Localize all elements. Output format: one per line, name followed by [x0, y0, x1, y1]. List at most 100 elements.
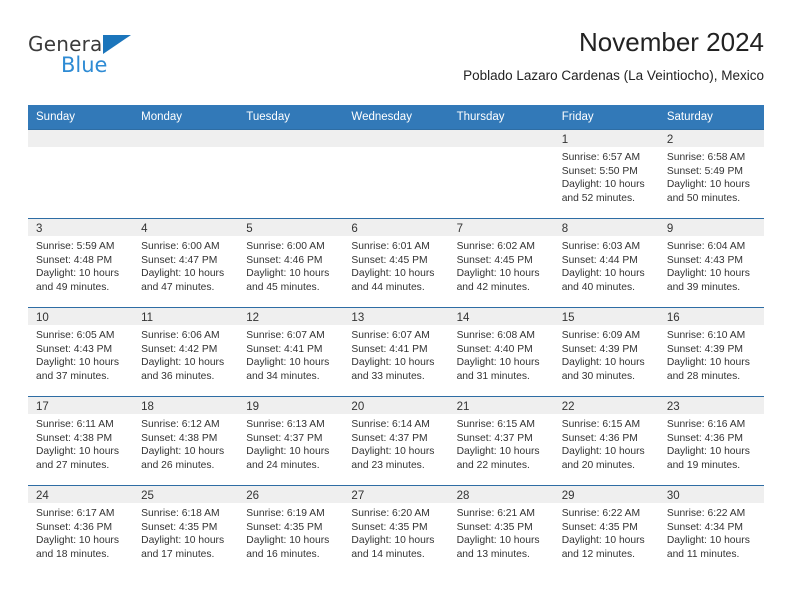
calendar-day-cell[interactable]: 30 Sunrise: 6:22 AM Sunset: 4:34 PM Dayligh…	[658, 486, 764, 574]
day-number-band: 1	[553, 130, 659, 147]
day-detail-line: Daylight: 10 hours	[351, 535, 435, 547]
day-number: 29	[561, 490, 575, 502]
day-details: Sunrise: 6:04 AM Sunset: 4:43 PM Daylight:…	[659, 236, 764, 294]
day-number-band: 18	[133, 397, 239, 414]
day-detail-line: Sunrise: 6:08 AM	[456, 330, 535, 341]
calendar-day-cell[interactable]: 3 Sunrise: 5:59 AM Sunset: 4:48 PM Daylight…	[28, 219, 134, 307]
calendar-day-cell[interactable]: 10 Sunrise: 6:05 AM Sunset: 4:43 PM Dayligh…	[28, 308, 134, 396]
weekday-header-tuesday: Tuesday	[246, 111, 290, 123]
calendar-day-cell[interactable]: 22 Sunrise: 6:15 AM Sunset: 4:36 PM Dayligh…	[553, 397, 659, 485]
day-number: 17	[36, 401, 49, 413]
day-detail-line: Daylight: 10 hours	[36, 268, 119, 280]
generalblue-logo[interactable]: General Blue	[28, 32, 148, 80]
calendar-day-cell[interactable]: 24 Sunrise: 6:17 AM Sunset: 4:36 PM Dayligh…	[28, 486, 134, 574]
day-detail-line: Sunset: 4:47 PM	[141, 254, 218, 266]
day-detail-line: Sunset: 4:40 PM	[456, 343, 533, 355]
day-number-band: 8	[553, 219, 659, 236]
day-detail-line: and 33 minutes.	[351, 370, 425, 382]
calendar-day-cell[interactable]: 5 Sunrise: 6:00 AM Sunset: 4:46 PM Daylight…	[238, 219, 344, 307]
day-detail-line: Sunset: 4:36 PM	[36, 521, 113, 533]
calendar-day-cell[interactable]: 1 Sunrise: 6:57 AM Sunset: 5:50 PM Daylight…	[553, 130, 659, 218]
day-detail-line: and 30 minutes.	[561, 370, 635, 382]
calendar-day-cell[interactable]: 12 Sunrise: 6:07 AM Sunset: 4:41 PM Dayligh…	[238, 308, 344, 396]
day-details: Sunrise: 6:15 AM Sunset: 4:36 PM Daylight:…	[554, 414, 659, 472]
calendar-day-cell[interactable]: 17 Sunrise: 6:11 AM Sunset: 4:38 PM Dayligh…	[28, 397, 134, 485]
day-detail-line: Sunrise: 6:22 AM	[666, 508, 746, 519]
day-detail-line: and 40 minutes.	[561, 281, 635, 293]
day-detail-line: Sunset: 4:35 PM	[456, 521, 533, 533]
day-number-band	[28, 130, 134, 147]
day-detail-line: and 16 minutes.	[246, 548, 320, 560]
day-detail-line: and 13 minutes.	[456, 548, 530, 560]
day-detail-line: Sunrise: 6:05 AM	[36, 330, 115, 341]
day-details: Sunrise: 6:58 AM Sunset: 5:49 PM Daylight:…	[659, 147, 764, 205]
calendar-day-cell[interactable]: 21 Sunrise: 6:15 AM Sunset: 4:37 PM Dayligh…	[448, 397, 554, 485]
calendar-day-cell[interactable]: 15 Sunrise: 6:09 AM Sunset: 4:39 PM Dayligh…	[553, 308, 659, 396]
day-detail-line: Daylight: 10 hours	[456, 446, 540, 458]
calendar-day-cell[interactable]: 13 Sunrise: 6:07 AM Sunset: 4:41 PM Dayligh…	[343, 308, 449, 396]
day-detail-line: Sunset: 4:35 PM	[246, 521, 323, 533]
calendar-day-cell[interactable]: 4 Sunrise: 6:00 AM Sunset: 4:47 PM Daylight…	[133, 219, 239, 307]
day-detail-line: Daylight: 10 hours	[666, 446, 750, 458]
day-details: Sunrise: 6:06 AM Sunset: 4:42 PM Daylight:…	[133, 325, 238, 383]
day-detail-line: and 14 minutes.	[351, 548, 425, 560]
day-details	[449, 147, 554, 151]
day-details: Sunrise: 6:10 AM Sunset: 4:39 PM Daylight:…	[659, 325, 764, 383]
day-detail-line: Sunrise: 6:04 AM	[666, 241, 746, 252]
day-number-band: 14	[448, 308, 554, 325]
calendar-week-row: 3 Sunrise: 5:59 AM Sunset: 4:48 PM Daylight…	[28, 218, 764, 307]
calendar-day-cell[interactable]: 25 Sunrise: 6:18 AM Sunset: 4:35 PM Dayligh…	[133, 486, 239, 574]
calendar-day-cell[interactable]: 27 Sunrise: 6:20 AM Sunset: 4:35 PM Dayligh…	[343, 486, 449, 574]
day-number-band: 13	[343, 308, 449, 325]
day-details	[238, 147, 343, 151]
day-detail-line: Sunset: 4:35 PM	[141, 521, 218, 533]
calendar-day-cell[interactable]: 28 Sunrise: 6:21 AM Sunset: 4:35 PM Dayligh…	[448, 486, 554, 574]
calendar-week-row: 10 Sunrise: 6:05 AM Sunset: 4:43 PM Dayligh…	[28, 307, 764, 396]
calendar-day-cell[interactable]: 14 Sunrise: 6:08 AM Sunset: 4:40 PM Dayligh…	[448, 308, 554, 396]
day-detail-line: Sunset: 4:36 PM	[666, 432, 743, 444]
day-number-band	[448, 130, 554, 147]
calendar-day-cell[interactable]: 23 Sunrise: 6:16 AM Sunset: 4:36 PM Dayligh…	[658, 397, 764, 485]
calendar-day-cell[interactable]: 19 Sunrise: 6:13 AM Sunset: 4:37 PM Dayligh…	[238, 397, 344, 485]
day-detail-line: and 44 minutes.	[351, 281, 425, 293]
day-detail-line: Sunrise: 6:57 AM	[561, 152, 641, 163]
day-number: 9	[666, 223, 674, 235]
calendar-day-cell[interactable]: 7 Sunrise: 6:02 AM Sunset: 4:45 PM Daylight…	[448, 219, 554, 307]
calendar-day-cell[interactable]: 2 Sunrise: 6:58 AM Sunset: 5:49 PM Daylight…	[658, 130, 764, 218]
day-details: Sunrise: 6:07 AM Sunset: 4:41 PM Daylight:…	[343, 325, 448, 383]
day-number-band: 11	[133, 308, 239, 325]
day-detail-line: Daylight: 10 hours	[666, 268, 750, 280]
day-detail-line: and 49 minutes.	[36, 281, 110, 293]
day-detail-line: and 26 minutes.	[141, 459, 215, 471]
day-detail-line: Daylight: 10 hours	[351, 268, 435, 280]
weekday-header-friday: Friday	[561, 111, 594, 123]
calendar-day-cell[interactable]: 6 Sunrise: 6:01 AM Sunset: 4:45 PM Daylight…	[343, 219, 449, 307]
day-detail-line: Daylight: 10 hours	[141, 357, 225, 369]
day-number-band: 4	[133, 219, 239, 236]
day-detail-line: Sunset: 5:50 PM	[561, 165, 638, 177]
day-number: 3	[36, 223, 43, 235]
calendar-day-cell[interactable]: 20 Sunrise: 6:14 AM Sunset: 4:37 PM Dayligh…	[343, 397, 449, 485]
day-detail-line: Sunset: 4:41 PM	[246, 343, 323, 355]
day-detail-line: and 28 minutes.	[666, 370, 741, 382]
day-detail-line: Sunset: 4:45 PM	[456, 254, 533, 266]
calendar-day-cell[interactable]: 11 Sunrise: 6:06 AM Sunset: 4:42 PM Dayligh…	[133, 308, 239, 396]
weekday-header-saturday: Saturday	[666, 111, 713, 123]
day-number-band: 22	[553, 397, 659, 414]
calendar-day-cell[interactable]: 29 Sunrise: 6:22 AM Sunset: 4:35 PM Dayligh…	[553, 486, 659, 574]
day-detail-line: Daylight: 10 hours	[561, 446, 645, 458]
day-detail-line: Sunrise: 6:03 AM	[561, 241, 641, 252]
day-detail-line: and 18 minutes.	[36, 548, 110, 560]
day-number-band: 30	[658, 486, 764, 503]
day-detail-line: and 24 minutes.	[246, 459, 320, 471]
calendar-day-cell[interactable]: 18 Sunrise: 6:12 AM Sunset: 4:38 PM Dayligh…	[133, 397, 239, 485]
day-number-band: 25	[133, 486, 239, 503]
day-detail-line: and 47 minutes.	[141, 281, 215, 293]
day-detail-line: Daylight: 10 hours	[456, 535, 540, 547]
calendar-day-cell[interactable]: 9 Sunrise: 6:04 AM Sunset: 4:43 PM Daylight…	[658, 219, 764, 307]
day-number: 10	[36, 312, 49, 324]
day-detail-line: and 19 minutes.	[666, 459, 741, 471]
calendar-day-cell[interactable]: 16 Sunrise: 6:10 AM Sunset: 4:39 PM Dayligh…	[658, 308, 764, 396]
calendar-day-cell[interactable]: 26 Sunrise: 6:19 AM Sunset: 4:35 PM Dayligh…	[238, 486, 344, 574]
calendar-day-cell[interactable]: 8 Sunrise: 6:03 AM Sunset: 4:44 PM Daylight…	[553, 219, 659, 307]
